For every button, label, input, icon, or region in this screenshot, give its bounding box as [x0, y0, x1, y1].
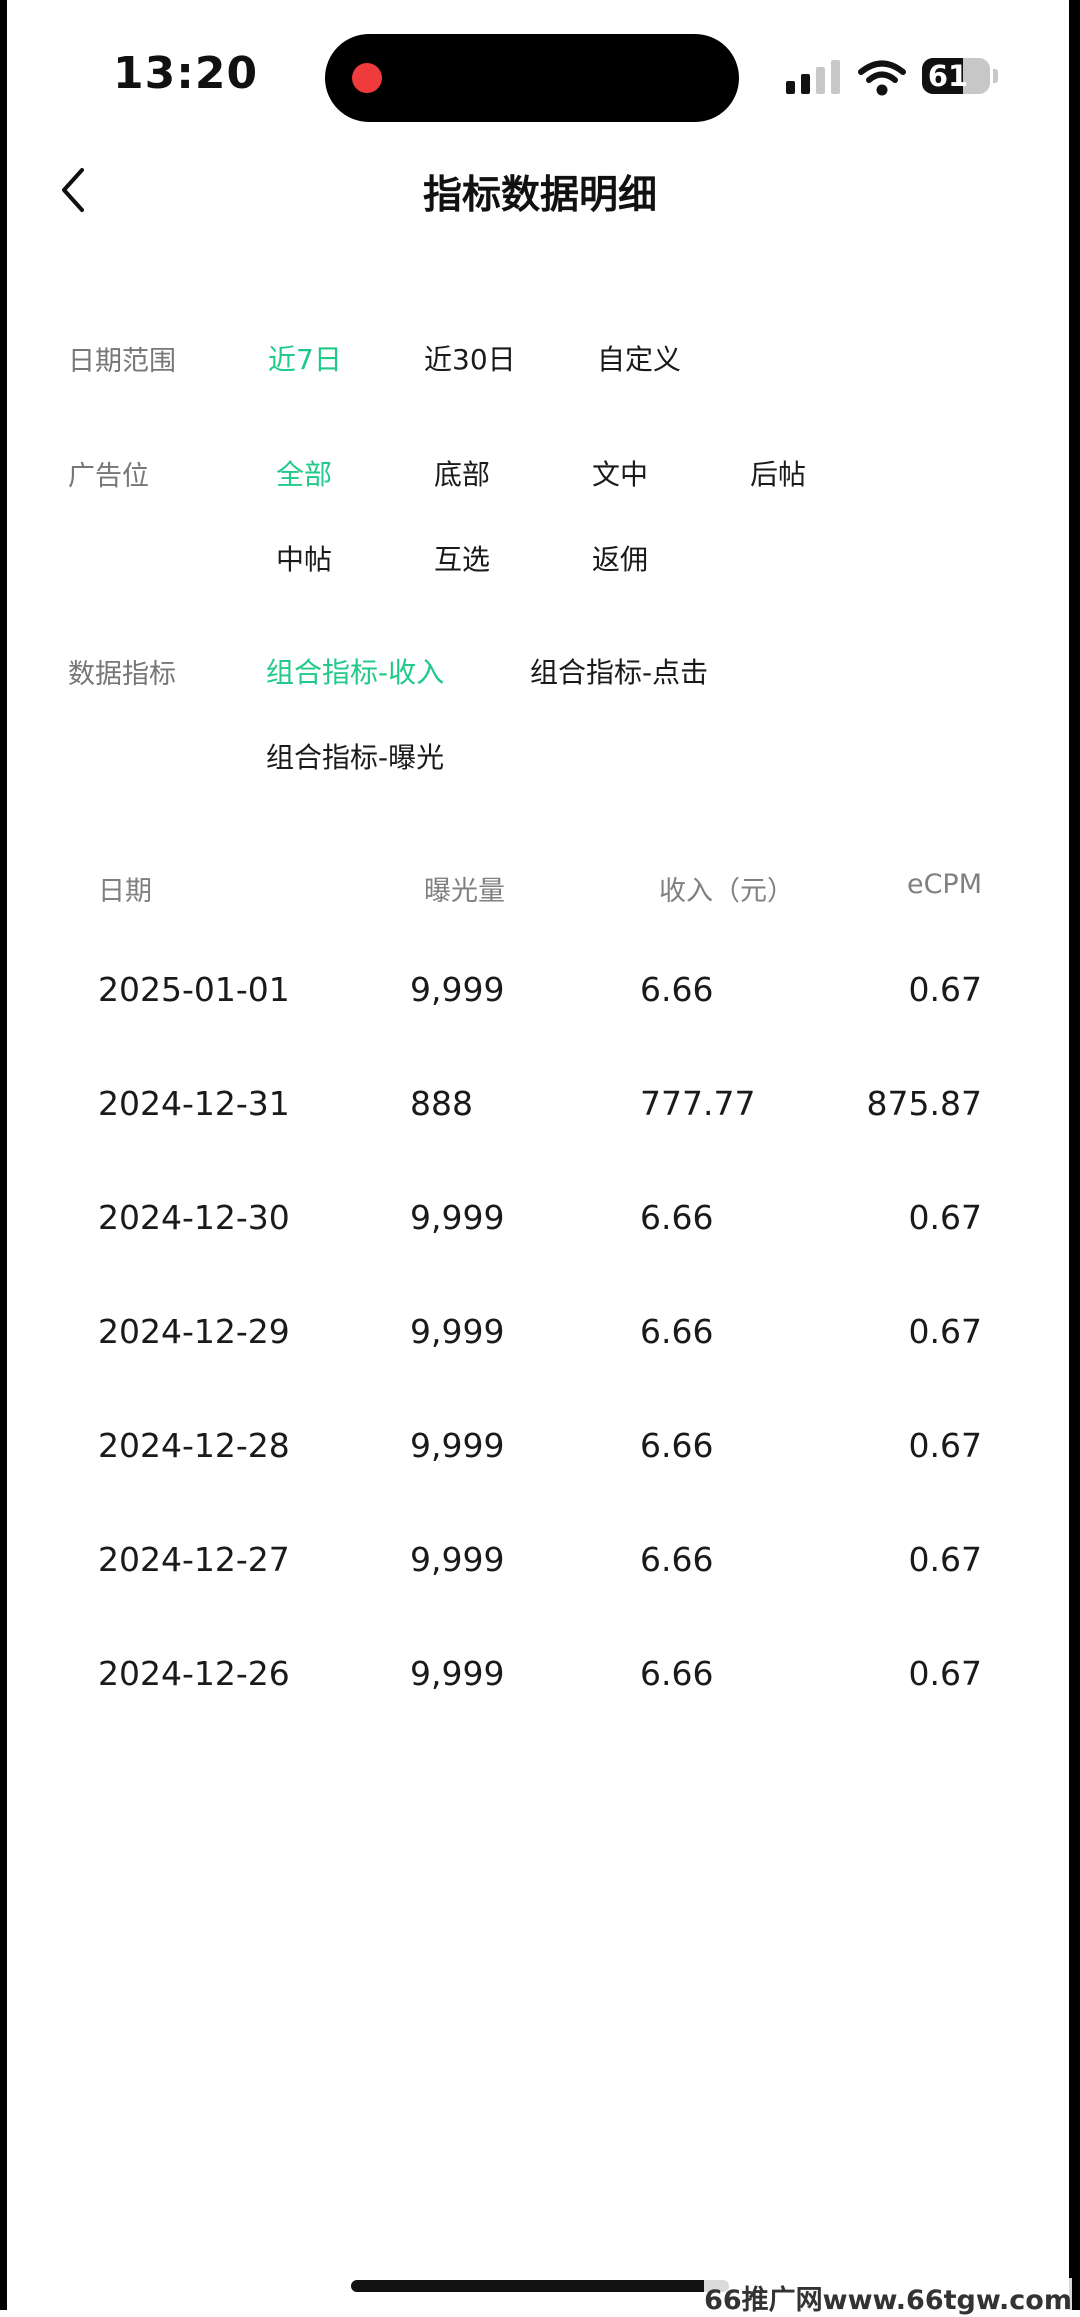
ad-slot-option-rebate[interactable]: 返佣	[592, 538, 648, 578]
battery-icon: 61	[922, 58, 990, 94]
ad-slot-option-all[interactable]: 全部	[276, 453, 332, 493]
ad-slot-option-bottom[interactable]: 底部	[434, 453, 490, 493]
cell-revenue: 6.66	[640, 1426, 714, 1465]
cell-revenue: 777.77	[640, 1084, 756, 1123]
column-header-date: 日期	[98, 876, 152, 907]
cell-date: 2024-12-29	[98, 1312, 290, 1351]
date-option-30d[interactable]: 近30日	[424, 338, 516, 378]
cell-date: 2024-12-28	[98, 1426, 290, 1465]
wifi-icon	[858, 60, 906, 96]
cell-exposure: 9,999	[410, 1426, 505, 1465]
cell-ecpm: 0.67	[908, 1312, 982, 1351]
screen-edge-right	[1069, 0, 1080, 2310]
cell-exposure: 9,999	[410, 1198, 505, 1237]
cell-ecpm: 0.67	[908, 1654, 982, 1693]
cell-revenue: 6.66	[640, 1654, 714, 1693]
ad-slot-option-mid-post[interactable]: 中帖	[276, 538, 332, 578]
column-header-exposure: 曝光量	[424, 876, 505, 907]
date-option-7d[interactable]: 近7日	[268, 338, 342, 378]
metric-option-exposure[interactable]: 组合指标-曝光	[266, 736, 444, 776]
page-title: 指标数据明细	[422, 173, 657, 218]
recording-indicator-icon	[352, 63, 382, 93]
cell-ecpm: 0.67	[908, 970, 982, 1009]
cell-date: 2025-01-01	[98, 970, 290, 1009]
cell-date: 2024-12-30	[98, 1198, 290, 1237]
status-time: 13:20	[113, 48, 259, 99]
cell-exposure: 9,999	[410, 1540, 505, 1579]
metric-option-clicks[interactable]: 组合指标-点击	[530, 651, 708, 691]
cell-ecpm: 875.87	[866, 1084, 982, 1123]
cell-revenue: 6.66	[640, 1312, 714, 1351]
ad-slot-option-in-article[interactable]: 文中	[592, 453, 648, 493]
cellular-signal-icon	[786, 60, 842, 94]
ad-slot-option-mutual-select[interactable]: 互选	[434, 538, 490, 578]
cell-exposure: 9,999	[410, 1654, 505, 1693]
cell-revenue: 6.66	[640, 1198, 714, 1237]
watermark-text: 66推广网www.66tgw.com	[704, 2278, 1072, 2317]
battery-cap	[993, 69, 998, 83]
cell-exposure: 9,999	[410, 1312, 505, 1351]
table-row: 2024-12-27 9,999 6.66 0.67	[0, 1540, 1080, 1600]
cell-exposure: 888	[410, 1084, 473, 1123]
table-row: 2024-12-30 9,999 6.66 0.67	[0, 1198, 1080, 1258]
metric-label: 数据指标	[68, 659, 176, 690]
cell-date: 2024-12-31	[98, 1084, 290, 1123]
cell-date: 2024-12-26	[98, 1654, 290, 1693]
battery-percent: 61	[927, 59, 969, 93]
table-row: 2024-12-28 9,999 6.66 0.67	[0, 1426, 1080, 1486]
table-row: 2025-01-01 9,999 6.66 0.67	[0, 970, 1080, 1030]
cell-ecpm: 0.67	[908, 1198, 982, 1237]
table-row: 2024-12-31 888 777.77 875.87	[0, 1084, 1080, 1144]
ad-slot-option-end-post[interactable]: 后帖	[750, 453, 806, 493]
cell-exposure: 9,999	[410, 970, 505, 1009]
cell-revenue: 6.66	[640, 1540, 714, 1579]
date-option-custom[interactable]: 自定义	[597, 338, 681, 378]
table-row: 2024-12-29 9,999 6.66 0.67	[0, 1312, 1080, 1372]
home-indicator[interactable]	[351, 2280, 729, 2292]
metric-option-revenue[interactable]: 组合指标-收入	[266, 651, 444, 691]
table-row: 2024-12-26 9,999 6.66 0.67	[0, 1654, 1080, 1714]
cell-ecpm: 0.67	[908, 1540, 982, 1579]
column-header-revenue: 收入（元）	[659, 876, 794, 907]
dynamic-island	[325, 34, 739, 122]
cell-revenue: 6.66	[640, 970, 714, 1009]
cell-date: 2024-12-27	[98, 1540, 290, 1579]
screen-edge-left	[0, 0, 7, 2310]
ad-slot-label: 广告位	[68, 461, 149, 492]
date-range-label: 日期范围	[68, 346, 176, 377]
cell-ecpm: 0.67	[908, 1426, 982, 1465]
column-header-ecpm: eCPM	[906, 869, 982, 900]
